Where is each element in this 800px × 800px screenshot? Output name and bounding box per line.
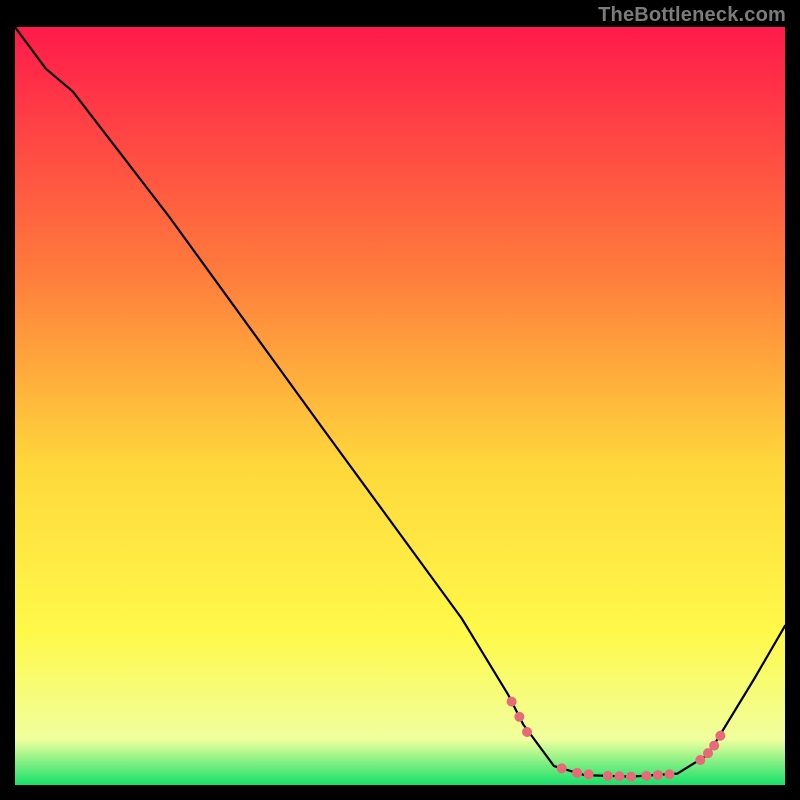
data-marker xyxy=(584,769,594,779)
data-marker xyxy=(641,771,651,781)
data-marker xyxy=(709,741,719,751)
data-marker xyxy=(695,755,705,765)
data-marker xyxy=(572,768,582,778)
data-marker xyxy=(557,763,567,773)
data-marker xyxy=(715,731,725,741)
data-marker xyxy=(665,769,675,779)
data-marker xyxy=(614,771,624,781)
data-marker xyxy=(653,770,663,780)
data-marker xyxy=(522,727,532,737)
data-marker xyxy=(603,771,613,781)
gradient-background xyxy=(15,27,785,785)
data-marker xyxy=(507,697,517,707)
attribution-label: TheBottleneck.com xyxy=(598,4,786,27)
data-marker xyxy=(514,712,524,722)
bottleneck-chart xyxy=(15,27,785,785)
data-marker xyxy=(626,772,636,782)
chart-frame: TheBottleneck.com xyxy=(0,0,800,800)
